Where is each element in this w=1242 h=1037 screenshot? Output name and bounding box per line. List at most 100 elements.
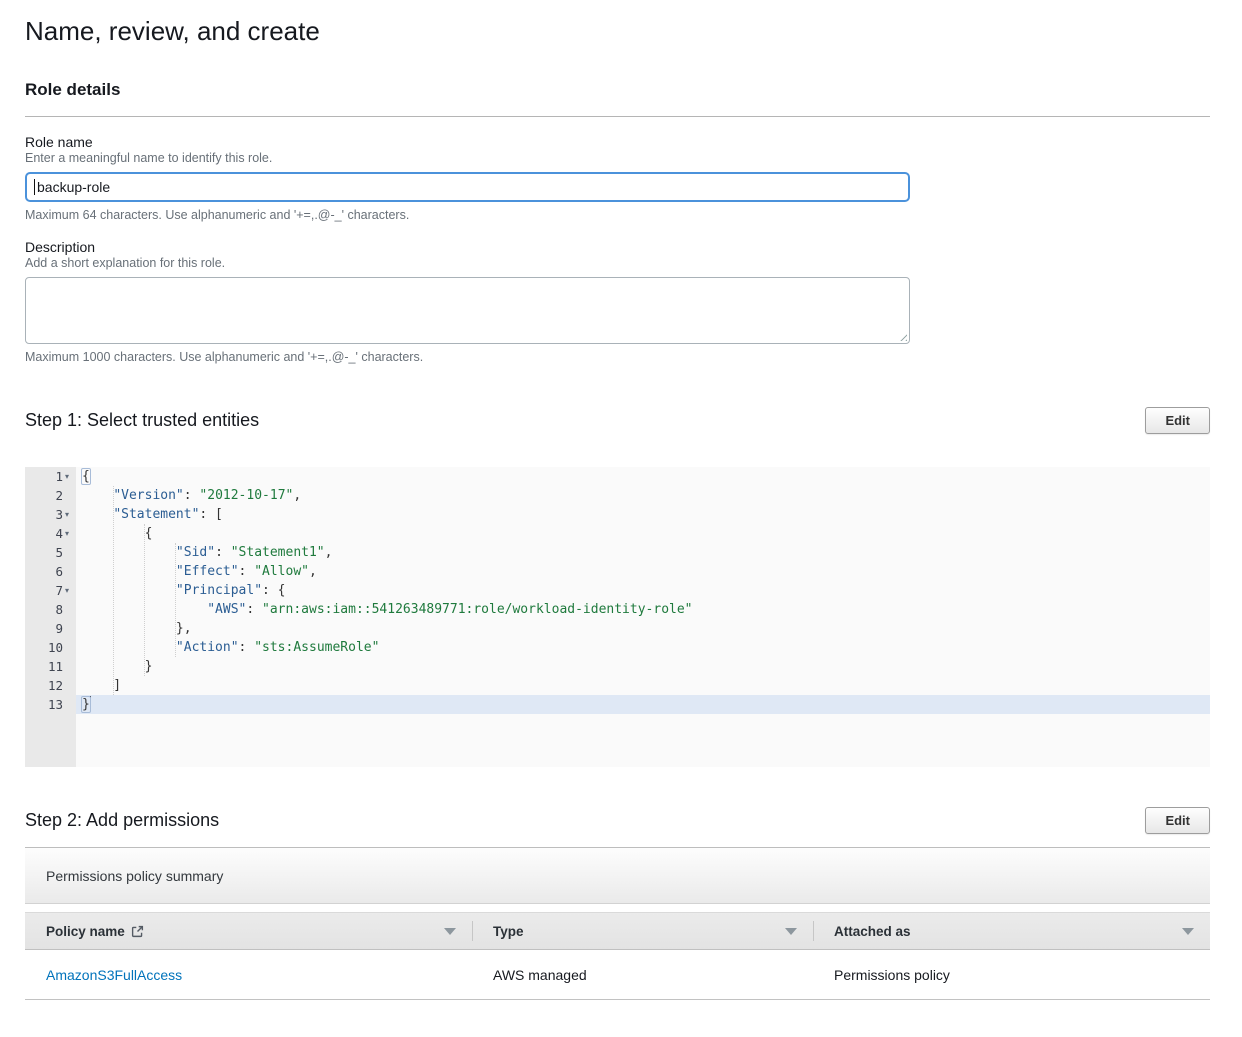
- description-constraint: Maximum 1000 characters. Use alphanumeri…: [25, 350, 1210, 364]
- json-string: "arn:aws:iam::541263489771:role/workload…: [262, 602, 692, 617]
- code-text: "AWS": "arn:aws:iam::541263489771:role/w…: [76, 600, 1210, 619]
- line-number: 8: [25, 600, 76, 619]
- code-text: }: [76, 695, 1210, 714]
- code-line: 5 "Sid": "Statement1",: [25, 543, 1210, 562]
- code-line: 4▾ {: [25, 524, 1210, 543]
- role-details-section: Role details Role name Enter a meaningfu…: [25, 80, 1210, 364]
- code-text: "Effect": "Allow",: [76, 562, 1210, 581]
- code-line: 12 ]: [25, 676, 1210, 695]
- description-field: Description Add a short explanation for …: [25, 239, 1210, 364]
- step2-header: Step 2: Add permissions Edit: [25, 807, 1210, 834]
- trust-policy-editor[interactable]: 1▾ {2 "Version": "2012-10-17",3▾ "Stateme…: [25, 467, 1210, 767]
- code-text: "Statement": [: [76, 505, 1210, 524]
- role-name-field: Role name Enter a meaningful name to ide…: [25, 134, 1210, 222]
- name-review-create-page: Name, review, and create Role details Ro…: [0, 0, 1242, 1000]
- filter-icon[interactable]: [785, 928, 797, 935]
- code-line: 3▾ "Statement": [: [25, 505, 1210, 524]
- code-line: 11 }: [25, 657, 1210, 676]
- table-row: AmazonS3FullAccess AWS managedPermissions…: [25, 950, 1210, 1000]
- matched-brace: }: [81, 696, 91, 713]
- filter-icon[interactable]: [1182, 928, 1194, 935]
- column-header-policy-name: Policy name: [25, 913, 472, 949]
- role-name-input[interactable]: [25, 172, 910, 202]
- attached-as-cell: Permissions policy: [813, 967, 1210, 983]
- policy-type-cell: AWS managed: [472, 967, 813, 983]
- step1-edit-button[interactable]: Edit: [1145, 407, 1210, 434]
- policy-name-link[interactable]: AmazonS3FullAccess: [46, 967, 182, 983]
- fold-arrow-icon[interactable]: ▾: [63, 524, 76, 543]
- code-text: },: [76, 619, 1210, 638]
- json-key: "AWS": [207, 602, 246, 617]
- line-number: 4▾: [25, 524, 76, 543]
- json-key: "Statement": [113, 507, 199, 522]
- json-key: "Action": [176, 640, 239, 655]
- permissions-summary-title: Permissions policy summary: [46, 868, 223, 884]
- json-string: "2012-10-17": [199, 488, 293, 503]
- fold-arrow-icon[interactable]: ▾: [63, 581, 76, 600]
- step2-section: Step 2: Add permissions Edit Permissions…: [25, 807, 1210, 1000]
- line-number: 2: [25, 486, 76, 505]
- code-lines: 1▾ {2 "Version": "2012-10-17",3▾ "Stateme…: [25, 467, 1210, 714]
- fold-arrow-icon[interactable]: ▾: [63, 505, 76, 524]
- code-line: 1▾ {: [25, 467, 1210, 486]
- json-key: "Version": [113, 488, 183, 503]
- description-help: Add a short explanation for this role.: [25, 256, 1210, 270]
- role-name-input-wrap: [25, 172, 910, 202]
- line-number: 7▾: [25, 581, 76, 600]
- filter-icon[interactable]: [444, 928, 456, 935]
- section-divider: [25, 116, 1210, 117]
- json-string: "Allow": [254, 564, 309, 579]
- json-key: "Sid": [176, 545, 215, 560]
- description-label: Description: [25, 239, 1210, 255]
- column-header-label: Attached as: [834, 924, 911, 939]
- code-line: 2 "Version": "2012-10-17",: [25, 486, 1210, 505]
- fold-arrow-icon[interactable]: ▾: [63, 467, 76, 486]
- step1-section: Step 1: Select trusted entities Edit 1▾ {…: [25, 407, 1210, 767]
- json-key: "Principal": [176, 583, 262, 598]
- code-line: 7▾ "Principal": {: [25, 581, 1210, 600]
- code-text: {: [76, 467, 1210, 486]
- code-text: }: [76, 657, 1210, 676]
- page-title: Name, review, and create: [25, 0, 1210, 48]
- table-body: AmazonS3FullAccess AWS managedPermissions…: [25, 950, 1210, 1000]
- step2-heading: Step 2: Add permissions: [25, 810, 219, 831]
- line-number: 3▾: [25, 505, 76, 524]
- table-header-row: Policy name Type Attached as: [25, 912, 1210, 950]
- code-text: "Action": "sts:AssumeRole": [76, 638, 1210, 657]
- step2-edit-button[interactable]: Edit: [1145, 807, 1210, 834]
- policy-name-cell: AmazonS3FullAccess: [25, 967, 472, 983]
- role-name-constraint: Maximum 64 characters. Use alphanumeric …: [25, 208, 1210, 222]
- column-header-label: Type: [493, 924, 524, 939]
- json-key: "Effect": [176, 564, 239, 579]
- json-string: "Statement1": [231, 545, 325, 560]
- column-header-label: Policy name: [46, 924, 125, 939]
- line-number: 1▾: [25, 467, 76, 486]
- external-link-icon: [131, 925, 144, 938]
- role-name-help: Enter a meaningful name to identify this…: [25, 151, 1210, 165]
- code-text: "Principal": {: [76, 581, 1210, 600]
- line-number: 11: [25, 657, 76, 676]
- code-text: ]: [76, 676, 1210, 695]
- code-text: "Sid": "Statement1",: [76, 543, 1210, 562]
- step1-header: Step 1: Select trusted entities Edit: [25, 407, 1210, 434]
- description-textarea[interactable]: [25, 277, 910, 344]
- code-line: 9 },: [25, 619, 1210, 638]
- role-details-heading: Role details: [25, 80, 1210, 100]
- text-caret: [34, 179, 35, 195]
- permissions-summary-panel: Permissions policy summary: [25, 848, 1210, 904]
- matched-brace: {: [81, 468, 91, 485]
- line-number: 5: [25, 543, 76, 562]
- json-string: "sts:AssumeRole": [254, 640, 379, 655]
- code-line: 10 "Action": "sts:AssumeRole": [25, 638, 1210, 657]
- line-number: 6: [25, 562, 76, 581]
- column-header-attached-as: Attached as: [813, 913, 1210, 949]
- line-number: 13: [25, 695, 76, 714]
- line-number: 9: [25, 619, 76, 638]
- step1-heading: Step 1: Select trusted entities: [25, 410, 259, 431]
- line-number: 10: [25, 638, 76, 657]
- code-line: 8 "AWS": "arn:aws:iam::541263489771:role…: [25, 600, 1210, 619]
- line-number: 12: [25, 676, 76, 695]
- code-text: {: [76, 524, 1210, 543]
- code-line: 6 "Effect": "Allow",: [25, 562, 1210, 581]
- code-line: 13}: [25, 695, 1210, 714]
